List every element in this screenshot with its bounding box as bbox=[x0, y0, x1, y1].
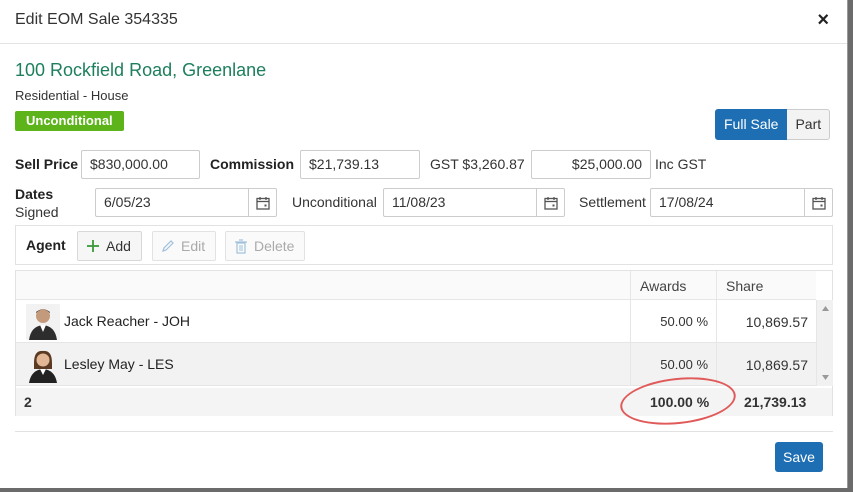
footer-divider bbox=[15, 431, 833, 432]
add-agent-button[interactable]: Add bbox=[77, 231, 142, 261]
commission-label: Commission bbox=[210, 156, 295, 172]
calendar-icon[interactable] bbox=[536, 189, 564, 216]
delete-agent-button[interactable]: Delete bbox=[225, 231, 306, 261]
edit-label: Edit bbox=[181, 238, 206, 254]
property-type: Residential - House bbox=[15, 88, 129, 103]
sale-mode-toggle: Full Sale Part bbox=[715, 109, 831, 140]
full-sale-button[interactable]: Full Sale bbox=[715, 109, 788, 140]
signed-date-input[interactable]: 6/05/23 bbox=[95, 188, 277, 217]
plus-icon bbox=[87, 240, 99, 252]
dialog-header: Edit EOM Sale 354335 × bbox=[0, 0, 847, 44]
inc-gst-label: Inc GST bbox=[655, 156, 707, 172]
pencil-icon bbox=[162, 240, 174, 252]
commission-input[interactable]: $21,739.13 bbox=[300, 150, 420, 179]
signed-date-value: 6/05/23 bbox=[104, 194, 151, 210]
calendar-icon[interactable] bbox=[804, 189, 832, 216]
awards-header[interactable]: Awards bbox=[640, 278, 686, 294]
share-total: 21,739.13 bbox=[744, 394, 807, 410]
trash-icon bbox=[235, 238, 247, 254]
agent-toolbar: Agent Add Edit Delete bbox=[15, 225, 833, 265]
settlement-date-value: 17/08/24 bbox=[659, 194, 714, 210]
grid-scrollbar[interactable] bbox=[816, 300, 833, 386]
calendar-icon[interactable] bbox=[248, 189, 276, 216]
edit-sale-dialog: Edit EOM Sale 354335 × 100 Rockfield Roa… bbox=[0, 0, 848, 488]
awards-value: 50.00 % bbox=[660, 357, 708, 372]
status-badge: Unconditional bbox=[15, 111, 124, 131]
share-cell: 10,869.57 bbox=[716, 343, 816, 385]
unconditional-label: Unconditional bbox=[292, 194, 377, 210]
delete-label: Delete bbox=[254, 238, 295, 254]
gst-text: GST $3,260.87 bbox=[430, 156, 525, 172]
share-value: 10,869.57 bbox=[745, 314, 808, 330]
part-sale-button[interactable]: Part bbox=[787, 109, 831, 140]
sell-price-label: Sell Price bbox=[15, 156, 79, 172]
agent-name: Jack Reacher - JOH bbox=[64, 313, 191, 329]
dialog-title: Edit EOM Sale 354335 bbox=[15, 11, 178, 28]
avatar bbox=[26, 304, 60, 340]
signed-label: Signed bbox=[15, 204, 59, 220]
edit-agent-button[interactable]: Edit bbox=[152, 231, 217, 261]
share-cell: 10,869.57 bbox=[716, 300, 816, 342]
save-button[interactable]: Save bbox=[775, 442, 823, 472]
avatar bbox=[26, 347, 60, 383]
settlement-date-input[interactable]: 17/08/24 bbox=[650, 188, 833, 217]
grid-header-row: Awards Share bbox=[16, 271, 816, 300]
share-header[interactable]: Share bbox=[726, 278, 763, 294]
awards-value: 50.00 % bbox=[660, 314, 708, 329]
property-address[interactable]: 100 Rockfield Road, Greenlane bbox=[15, 60, 266, 81]
scroll-up-icon[interactable] bbox=[822, 306, 829, 311]
table-row[interactable]: Jack Reacher - JOH 50.00 % 10,869.57 bbox=[16, 300, 816, 343]
unconditional-date-input[interactable]: 11/08/23 bbox=[383, 188, 565, 217]
sell-price-input[interactable]: $830,000.00 bbox=[81, 150, 200, 179]
agent-count: 2 bbox=[24, 394, 32, 410]
scroll-down-icon[interactable] bbox=[822, 375, 829, 380]
share-header-cell: Share bbox=[716, 271, 816, 299]
add-label: Add bbox=[106, 238, 131, 254]
awards-cell: 50.00 % bbox=[630, 300, 716, 342]
agent-name: Lesley May - LES bbox=[64, 356, 174, 372]
share-value: 10,869.57 bbox=[745, 357, 808, 373]
unconditional-date-value: 11/08/23 bbox=[392, 194, 446, 210]
agent-label: Agent bbox=[26, 237, 66, 253]
inc-gst-input[interactable]: $25,000.00 bbox=[531, 150, 651, 179]
settlement-label: Settlement bbox=[579, 194, 646, 210]
dates-label: Dates bbox=[15, 186, 54, 202]
awards-header-cell: Awards bbox=[630, 271, 716, 299]
close-icon[interactable]: × bbox=[817, 10, 829, 30]
